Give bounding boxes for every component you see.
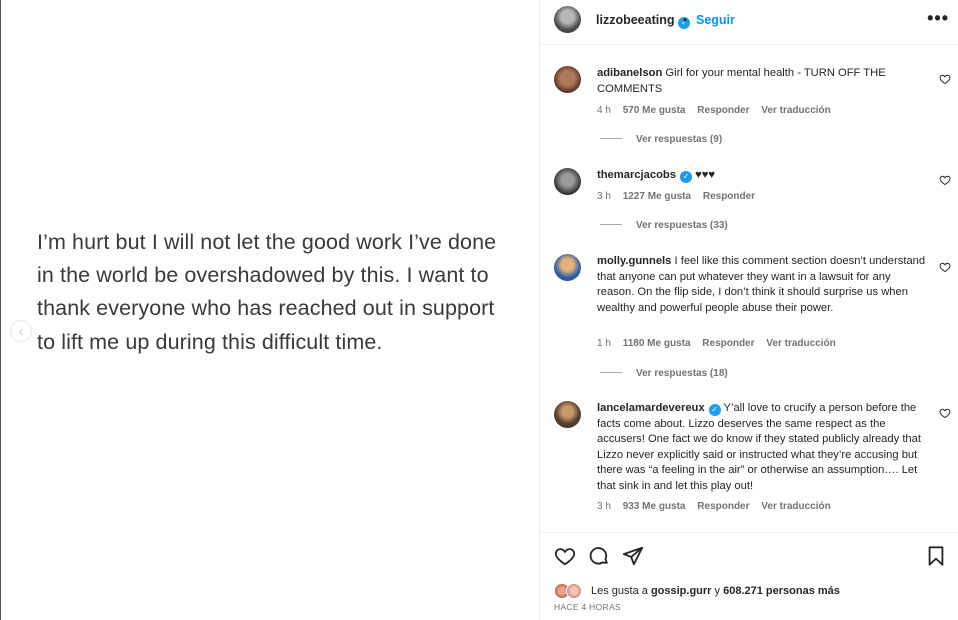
chevron-left-icon: ‹ (18, 323, 24, 339)
post-media: ‹ I’m hurt but I will not let the good w… (1, 0, 539, 620)
reply-button[interactable]: Responder (702, 338, 754, 349)
previous-image-button[interactable]: ‹ (10, 320, 32, 342)
liker-avatar[interactable] (566, 583, 582, 599)
comment-time: 4 h (597, 105, 611, 116)
like-comment-heart-icon[interactable] (939, 174, 951, 186)
comment-likes[interactable]: 1227 Me gusta (623, 191, 691, 202)
comment-content: ♥♥♥ (695, 169, 716, 181)
more-options-icon[interactable]: ••• (927, 8, 949, 29)
commenter-username[interactable]: molly.gunnels (597, 255, 671, 267)
post-header: lizzobeeating ✓ • Seguir ••• (540, 0, 958, 45)
header-separator: • (683, 13, 688, 27)
like-heart-icon[interactable] (554, 545, 576, 567)
commenter-avatar[interactable] (554, 401, 581, 428)
comment-text: themarcjacobs ✓ ♥♥♥ (597, 168, 927, 184)
post-image-text: I’m hurt but I will not let the good wor… (37, 230, 497, 354)
comment-time: 3 h (597, 191, 611, 202)
reply-button[interactable]: Responder (703, 191, 755, 202)
commenter-username[interactable]: lancelamardevereux (597, 402, 705, 414)
commenter-avatar[interactable] (554, 168, 581, 195)
comment-meta: 4 h 570 Me gusta Responder Ver traducció… (597, 105, 840, 116)
likes-summary: Les gusta a gossip.gurr y 608.271 person… (554, 583, 954, 601)
save-bookmark-icon[interactable] (925, 545, 947, 567)
reply-button[interactable]: Responder (697, 501, 749, 512)
comment-content: Y’all love to crucify a person before th… (597, 402, 921, 492)
comment-time: 3 h (597, 501, 611, 512)
share-paper-plane-icon[interactable] (622, 545, 644, 567)
translate-button[interactable]: Ver traducción (761, 105, 830, 116)
reply-button[interactable]: Responder (697, 105, 749, 116)
commenter-username[interactable]: themarcjacobs (597, 169, 676, 181)
comment-text: lancelamardevereux ✓ Y’all love to crucif… (597, 401, 927, 495)
comment-likes[interactable]: 1180 Me gusta (623, 338, 691, 349)
comment-text: molly.gunnels I feel like this comment s… (597, 254, 927, 316)
verified-badge-icon: ✓ (679, 171, 692, 183)
like-comment-heart-icon[interactable] (939, 73, 951, 85)
view-replies-button[interactable]: Ver respuestas (33) (600, 220, 728, 231)
like-comment-heart-icon[interactable] (939, 407, 951, 419)
follow-button[interactable]: Seguir (696, 13, 735, 27)
translate-button[interactable]: Ver traducción (761, 501, 830, 512)
comment-time: 1 h (597, 338, 611, 349)
post-timestamp[interactable]: HACE 4 HORAS (554, 602, 621, 612)
author-avatar[interactable] (554, 6, 581, 33)
comment-text: adibanelson Girl for your mental health … (597, 66, 927, 97)
comments-panel: lizzobeeating ✓ • Seguir ••• adibanelson … (539, 0, 958, 620)
replies-divider (600, 138, 622, 139)
liker-username[interactable]: gossip.gurr (651, 585, 712, 597)
view-replies-button[interactable]: Ver respuestas (9) (600, 134, 722, 145)
like-comment-heart-icon[interactable] (939, 261, 951, 273)
commenter-avatar[interactable] (554, 66, 581, 93)
commenter-username[interactable]: adibanelson (597, 67, 662, 79)
replies-divider (600, 224, 622, 225)
verified-badge-icon: ✓ (708, 404, 721, 416)
comment-meta: 1 h 1180 Me gusta Responder Ver traducci… (597, 338, 845, 349)
likes-text: Les gusta a gossip.gurr y 608.271 person… (591, 585, 840, 597)
comment-likes[interactable]: 570 Me gusta (623, 105, 686, 116)
replies-divider (600, 372, 622, 373)
comment-meta: 3 h 1227 Me gusta Responder (597, 191, 764, 202)
comment-bubble-icon[interactable] (588, 545, 610, 567)
comment-meta: 3 h 933 Me gusta Responder Ver traducció… (597, 501, 840, 512)
view-replies-button[interactable]: Ver respuestas (18) (600, 368, 728, 379)
comment-likes[interactable]: 933 Me gusta (623, 501, 686, 512)
post-actions: Les gusta a gossip.gurr y 608.271 person… (540, 532, 958, 620)
author-username[interactable]: lizzobeeating ✓ (596, 13, 691, 29)
translate-button[interactable]: Ver traducción (766, 338, 835, 349)
likes-count[interactable]: 608.271 personas más (723, 585, 840, 597)
commenter-avatar[interactable] (554, 254, 581, 281)
